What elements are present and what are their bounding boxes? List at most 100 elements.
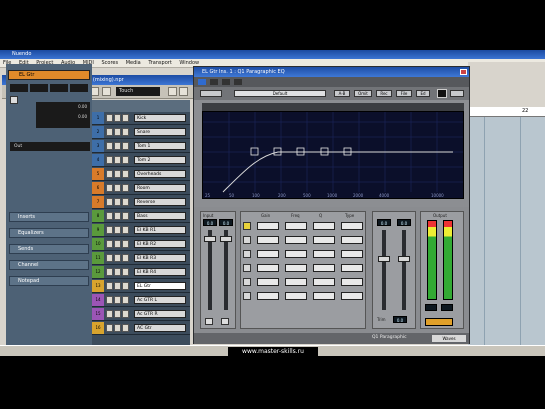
- track-row[interactable]: 2 Snare: [92, 126, 190, 139]
- track-name[interactable]: Reverse: [134, 198, 186, 206]
- solo-button[interactable]: [114, 156, 121, 164]
- inspector-section-inserts[interactable]: Inserts: [9, 212, 89, 222]
- ruler[interactable]: [468, 107, 545, 117]
- track-buttons[interactable]: [106, 254, 130, 262]
- track-row[interactable]: 15 Ac GTR R: [92, 308, 190, 321]
- band-q-field[interactable]: [313, 292, 335, 300]
- preset-edit-button[interactable]: Ed: [416, 90, 430, 97]
- solo-button[interactable]: [114, 128, 121, 136]
- track-name[interactable]: Tom 1: [134, 142, 186, 150]
- input-phase-button[interactable]: [221, 318, 229, 325]
- band-gain-field[interactable]: [257, 264, 279, 272]
- band-gain-field[interactable]: [257, 250, 279, 258]
- record-button[interactable]: [122, 114, 129, 122]
- write-automation-button[interactable]: [234, 79, 242, 85]
- band-enable-button[interactable]: [243, 264, 251, 272]
- band-type-selector[interactable]: [341, 278, 363, 286]
- track-row[interactable]: 14 Ac GTR L: [92, 294, 190, 307]
- mute-button[interactable]: [106, 184, 113, 192]
- close-icon[interactable]: [460, 69, 467, 75]
- mute-button[interactable]: [106, 282, 113, 290]
- solo-button[interactable]: [114, 198, 121, 206]
- band-enable-button[interactable]: [243, 292, 251, 300]
- record-button[interactable]: [122, 310, 129, 318]
- solo-button[interactable]: [114, 254, 121, 262]
- record-button[interactable]: [122, 128, 129, 136]
- track-name[interactable]: Tom 2: [134, 156, 186, 164]
- preset-omit-button[interactable]: Omit: [354, 90, 372, 97]
- track-buttons[interactable]: [106, 170, 130, 178]
- record-button[interactable]: [122, 212, 129, 220]
- track-row[interactable]: 1 Kick: [92, 112, 190, 125]
- mute-button[interactable]: [106, 268, 113, 276]
- record-button[interactable]: [122, 296, 129, 304]
- output-routing-select[interactable]: Out: [10, 142, 90, 151]
- preset-name-field[interactable]: Default: [234, 90, 326, 97]
- trim-left-fader[interactable]: [382, 230, 386, 310]
- inspector-section-notepad[interactable]: Notepad: [9, 276, 89, 286]
- input-right-fader-cap[interactable]: [220, 236, 232, 242]
- mute-button[interactable]: [106, 254, 113, 262]
- band-type-selector[interactable]: [341, 250, 363, 258]
- trim-left-fader-cap[interactable]: [378, 256, 390, 262]
- record-enable-button[interactable]: [10, 96, 18, 104]
- track-buttons[interactable]: [106, 324, 130, 332]
- solo-button[interactable]: [114, 226, 121, 234]
- track-name[interactable]: Ac GTR R: [134, 310, 186, 318]
- previous-marker-button[interactable]: [168, 87, 177, 96]
- mute-button[interactable]: [106, 156, 113, 164]
- track-buttons[interactable]: [106, 226, 130, 234]
- band-type-selector[interactable]: [341, 292, 363, 300]
- inspector-section-sends[interactable]: Sends: [9, 244, 89, 254]
- track-name[interactable]: EL Gtr: [134, 282, 186, 290]
- track-row[interactable]: 8 Bass: [92, 210, 190, 223]
- band-q-field[interactable]: [313, 278, 335, 286]
- record-button[interactable]: [122, 282, 129, 290]
- record-button[interactable]: [122, 324, 129, 332]
- eq-response-graph[interactable]: 25 50 100 200 500 1000 2000 4000 10000: [202, 111, 464, 199]
- solo-button[interactable]: [30, 84, 48, 92]
- write-button[interactable]: [70, 84, 88, 92]
- solo-button[interactable]: [114, 268, 121, 276]
- mute-button[interactable]: [106, 128, 113, 136]
- band-freq-field[interactable]: [285, 250, 307, 258]
- track-buttons[interactable]: [106, 142, 130, 150]
- band-type-selector[interactable]: [341, 222, 363, 230]
- help-button[interactable]: [450, 90, 464, 97]
- inspector-section-channel[interactable]: Channel: [9, 260, 89, 270]
- track-buttons[interactable]: [106, 184, 130, 192]
- automation-mode-select[interactable]: Touch: [116, 87, 160, 96]
- track-name[interactable]: EI KB R1: [134, 226, 186, 234]
- track-name[interactable]: Overheads: [134, 170, 186, 178]
- band-freq-field[interactable]: [285, 278, 307, 286]
- track-row[interactable]: 16 AC Gtr: [92, 322, 190, 335]
- track-row[interactable]: 4 Tom 2: [92, 154, 190, 167]
- track-name[interactable]: Kick: [134, 114, 186, 122]
- mute-button[interactable]: [106, 310, 113, 318]
- menu-transport[interactable]: Transport: [148, 59, 171, 68]
- track-row[interactable]: 11 EI KB R3: [92, 252, 190, 265]
- next-marker-button[interactable]: [179, 87, 188, 96]
- track-name[interactable]: EI KB R3: [134, 254, 186, 262]
- input-left-fader[interactable]: [208, 230, 212, 310]
- band-type-selector[interactable]: [341, 264, 363, 272]
- track-name[interactable]: EI KB R2: [134, 240, 186, 248]
- band-q-field[interactable]: [313, 264, 335, 272]
- solo-button[interactable]: [114, 240, 121, 248]
- solo-button[interactable]: [114, 184, 121, 192]
- mute-button[interactable]: [106, 198, 113, 206]
- track-row[interactable]: 7 Reverse: [92, 196, 190, 209]
- solo-button[interactable]: [114, 212, 121, 220]
- menu-scores[interactable]: Scores: [101, 59, 118, 68]
- inspector-section-equalizers[interactable]: Equalizers: [9, 228, 89, 238]
- mute-button[interactable]: [106, 114, 113, 122]
- track-name[interactable]: Snare: [134, 128, 186, 136]
- track-buttons[interactable]: [106, 240, 130, 248]
- record-button[interactable]: [122, 198, 129, 206]
- band-enable-button[interactable]: [243, 236, 251, 244]
- undo-button[interactable]: [200, 90, 222, 97]
- solo-button[interactable]: [114, 282, 121, 290]
- band-q-field[interactable]: [313, 222, 335, 230]
- mute-button[interactable]: [106, 142, 113, 150]
- solo-button[interactable]: [114, 142, 121, 150]
